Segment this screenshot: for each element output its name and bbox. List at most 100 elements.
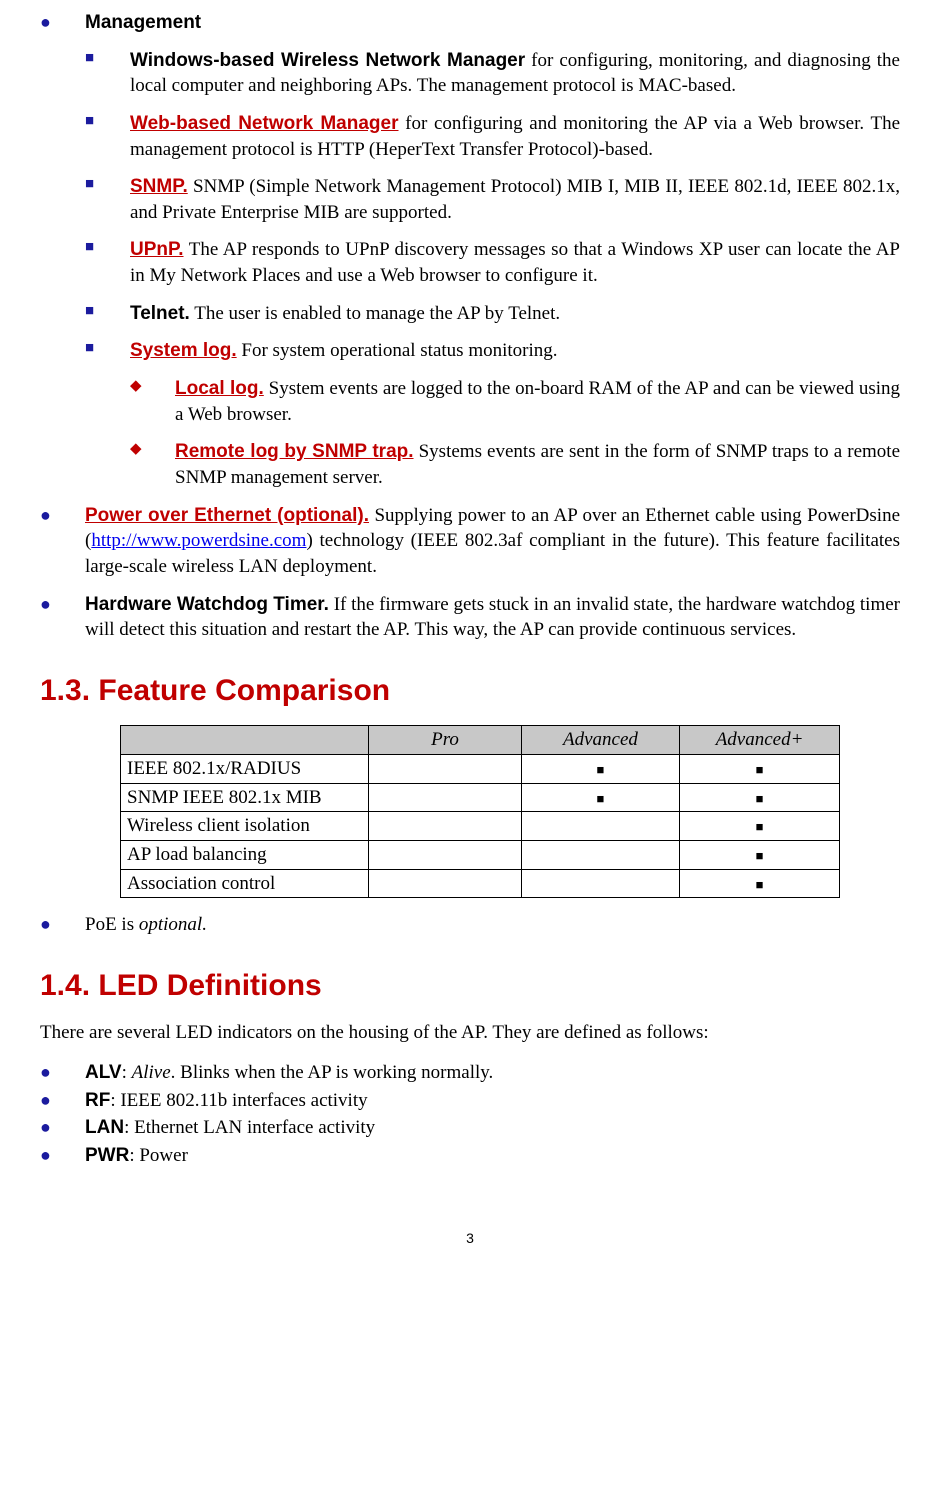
- list-item: ◆ Local log. System events are logged to…: [130, 376, 900, 427]
- list-item: ● Hardware Watchdog Timer. If the firmwa…: [40, 592, 900, 643]
- body-text: Windows-based Wireless Network Manager f…: [130, 48, 900, 99]
- list-item: ● PoE is optional.: [40, 912, 900, 938]
- led-rest: Ethernet LAN interface activity: [134, 1117, 375, 1138]
- table-cell: [369, 840, 522, 869]
- body-text: Hardware Watchdog Timer. If the firmware…: [85, 592, 900, 643]
- list-item: ● Management: [40, 10, 900, 36]
- led-sep: :: [124, 1117, 134, 1138]
- bullet-square-icon: ■: [85, 174, 130, 194]
- table-cell: ■: [680, 783, 840, 812]
- item-rest: For system operational status monitoring…: [237, 340, 558, 361]
- list-item: ◆ Remote log by SNMP trap. Systems event…: [130, 439, 900, 490]
- table-cell: [369, 812, 522, 841]
- table-header-row: Pro Advanced Advanced+: [121, 726, 840, 755]
- feature-comparison-table: Pro Advanced Advanced+ IEEE 802.1x/RADIU…: [120, 725, 840, 898]
- led-sep: :: [110, 1090, 120, 1111]
- table-row: IEEE 802.1x/RADIUS ■ ■: [121, 754, 840, 783]
- bullet-diamond-icon: ◆: [130, 376, 175, 396]
- item-lead: Hardware Watchdog Timer.: [85, 594, 329, 615]
- table-header: Advanced: [521, 726, 679, 755]
- item-lead-link[interactable]: Remote log by SNMP trap.: [175, 441, 414, 462]
- list-item: ■ UPnP. The AP responds to UPnP discover…: [85, 237, 900, 288]
- bullet-circle-icon: ●: [40, 1143, 85, 1167]
- body-text: PoE is optional.: [85, 912, 900, 938]
- table-cell: IEEE 802.1x/RADIUS: [121, 754, 369, 783]
- led-rest: IEEE 802.11b interfaces activity: [120, 1090, 367, 1111]
- body-text: UPnP. The AP responds to UPnP discovery …: [130, 237, 900, 288]
- list-item: ● ALV: Alive. Blinks when the AP is work…: [40, 1060, 900, 1086]
- led-rest: Power: [139, 1145, 188, 1166]
- item-lead-link[interactable]: SNMP.: [130, 176, 188, 197]
- body-text: LAN: Ethernet LAN interface activity: [85, 1115, 900, 1141]
- table-row: Wireless client isolation ■: [121, 812, 840, 841]
- bullet-circle-icon: ●: [40, 1088, 85, 1112]
- list-item: ■ SNMP. SNMP (Simple Network Management …: [85, 174, 900, 225]
- item-lead-link[interactable]: Web-based Network Manager: [130, 113, 399, 134]
- note-a: PoE is: [85, 914, 139, 935]
- bullet-circle-icon: ●: [40, 592, 85, 616]
- led-name: PWR: [85, 1145, 129, 1166]
- table-header: [121, 726, 369, 755]
- section-heading-led-definitions: 1.4. LED Definitions: [40, 966, 900, 1007]
- item-rest-b: My Network Places: [150, 265, 301, 286]
- list-item: ● PWR: Power: [40, 1143, 900, 1169]
- list-item: ● Power over Ethernet (optional). Supply…: [40, 503, 900, 580]
- item-lead: Windows-based Wireless Network Manager: [130, 50, 525, 71]
- led-name: LAN: [85, 1117, 124, 1138]
- led-rest: . Blinks when the AP is working normally…: [171, 1062, 494, 1083]
- led-name: ALV: [85, 1062, 122, 1083]
- table-cell: ■: [680, 754, 840, 783]
- url-link[interactable]: http://www.powerdsine.com: [91, 530, 306, 551]
- table-cell: Association control: [121, 869, 369, 898]
- led-name: RF: [85, 1090, 110, 1111]
- body-text: ALV: Alive. Blinks when the AP is workin…: [85, 1060, 900, 1086]
- table-cell: [521, 812, 679, 841]
- item-rest: System events are logged to the on-board…: [175, 378, 900, 425]
- table-cell: SNMP IEEE 802.1x MIB: [121, 783, 369, 812]
- list-item: ● RF: IEEE 802.11b interfaces activity: [40, 1088, 900, 1114]
- led-sep: :: [122, 1062, 132, 1083]
- body-text: Web-based Network Manager for configurin…: [130, 111, 900, 162]
- table-cell: ■: [521, 783, 679, 812]
- body-text: System log. For system operational statu…: [130, 338, 900, 364]
- item-lead: Telnet.: [130, 303, 190, 324]
- note-b: optional.: [139, 914, 207, 935]
- table-cell: [521, 840, 679, 869]
- table-cell: [369, 869, 522, 898]
- body-text: Local log. System events are logged to t…: [175, 376, 900, 427]
- table-cell: [369, 754, 522, 783]
- section-heading-feature-comparison: 1.3. Feature Comparison: [40, 671, 900, 712]
- list-item: ■ Telnet. The user is enabled to manage …: [85, 301, 900, 327]
- table-cell: ■: [521, 754, 679, 783]
- bullet-square-icon: ■: [85, 338, 130, 358]
- list-item: ● LAN: Ethernet LAN interface activity: [40, 1115, 900, 1141]
- table-cell: Wireless client isolation: [121, 812, 369, 841]
- body-text: PWR: Power: [85, 1143, 900, 1169]
- table-header: Advanced+: [680, 726, 840, 755]
- bullet-circle-icon: ●: [40, 503, 85, 527]
- led-sep: :: [129, 1145, 139, 1166]
- item-lead-link[interactable]: Local log.: [175, 378, 264, 399]
- bullet-circle-icon: ●: [40, 1060, 85, 1084]
- led-intro: There are several LED indicators on the …: [40, 1020, 900, 1046]
- page-number: 3: [40, 1229, 900, 1248]
- item-rest: The user is enabled to manage the AP by …: [190, 303, 560, 324]
- bullet-square-icon: ■: [85, 301, 130, 321]
- body-text: SNMP. SNMP (Simple Network Management Pr…: [130, 174, 900, 225]
- table-cell: AP load balancing: [121, 840, 369, 869]
- bullet-circle-icon: ●: [40, 10, 85, 34]
- item-rest-c: and use a Web browser to configure it.: [300, 265, 597, 286]
- item-lead-link[interactable]: Power over Ethernet (optional).: [85, 505, 369, 526]
- item-lead-link[interactable]: UPnP.: [130, 239, 184, 260]
- body-text: Power over Ethernet (optional). Supplyin…: [85, 503, 900, 580]
- body-text: Remote log by SNMP trap. Systems events …: [175, 439, 900, 490]
- bullet-square-icon: ■: [85, 111, 130, 131]
- management-heading: Management: [85, 12, 201, 33]
- item-rest: SNMP (Simple Network Management Protocol…: [130, 176, 900, 223]
- list-item: ■ System log. For system operational sta…: [85, 338, 900, 364]
- bullet-square-icon: ■: [85, 237, 130, 257]
- list-item: ■ Web-based Network Manager for configur…: [85, 111, 900, 162]
- item-lead-link[interactable]: System log.: [130, 340, 237, 361]
- bullet-circle-icon: ●: [40, 912, 85, 936]
- list-item: ■ Windows-based Wireless Network Manager…: [85, 48, 900, 99]
